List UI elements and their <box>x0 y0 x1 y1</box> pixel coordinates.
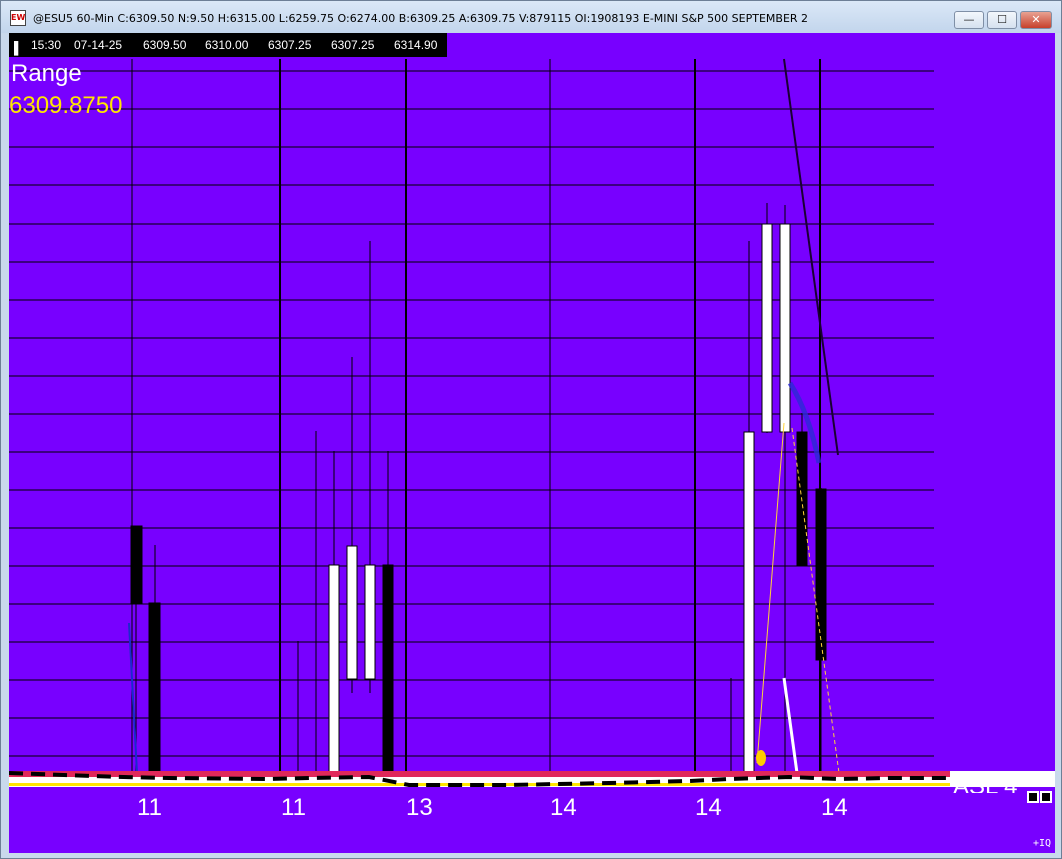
data-box-date: 07-14-25 <box>74 38 123 52</box>
x-axis-label: 11 <box>137 794 162 821</box>
close-button[interactable]: ✕ <box>1020 11 1052 29</box>
highlight-marker <box>756 750 766 766</box>
candle <box>148 545 161 774</box>
study-label: Range <box>11 60 82 87</box>
chart-canvas <box>9 58 1055 787</box>
chart-window: EW @ESU5 60-Min C:6309.50 N:9.50 H:6315.… <box>0 0 1062 859</box>
maximize-button[interactable]: ☐ <box>987 11 1017 29</box>
candle <box>328 451 340 774</box>
price-chart[interactable]: ▌ 15:30 07-14-25 6309.50 6310.00 6307.25… <box>9 33 1055 853</box>
x-axis-label: 13 <box>406 794 433 821</box>
vertical-grid <box>131 59 821 773</box>
data-box-value-1: 6309.50 <box>143 38 187 52</box>
trend-line[interactable] <box>783 58 839 456</box>
data-box-value-5: 6314.90 <box>394 38 438 52</box>
data-box-time: 15:30 <box>31 38 62 52</box>
panel-toggle-button[interactable] <box>1040 791 1052 803</box>
data-box-marker: ▌ <box>14 41 23 55</box>
title-bar[interactable]: EW @ESU5 60-Min C:6309.50 N:9.50 H:6315.… <box>1 1 1061 33</box>
candle <box>382 451 394 774</box>
candle <box>346 357 358 693</box>
data-box: ▌ 15:30 07-14-25 6309.50 6310.00 6307.25… <box>9 33 447 57</box>
candle <box>815 488 827 773</box>
data-box-value-2: 6310.00 <box>205 38 249 52</box>
study-value: 6309.8750 <box>9 92 123 119</box>
candle <box>743 241 755 774</box>
x-axis-label: 11 <box>281 794 306 821</box>
x-axis-label: 14 <box>821 794 848 821</box>
candle <box>796 413 808 566</box>
candle <box>364 241 376 693</box>
x-axis-label: 14 <box>550 794 577 821</box>
candle <box>130 525 143 773</box>
yellow-study-line <box>756 422 785 764</box>
panel-toggle-button[interactable] <box>1027 791 1039 803</box>
window-title: @ESU5 60-Min C:6309.50 N:9.50 H:6315.00 … <box>33 12 809 25</box>
data-box-value-3: 6307.25 <box>268 38 312 52</box>
horizontal-grid <box>9 70 934 757</box>
tiq-label: +IQ <box>1033 838 1052 849</box>
minimize-button[interactable]: — <box>954 11 984 29</box>
data-box-value-4: 6307.25 <box>331 38 375 52</box>
lower-panel-label: ASL 4 <box>953 773 1018 793</box>
x-axis-label: 14 <box>695 794 722 821</box>
indicator-band <box>9 771 1055 787</box>
app-icon[interactable]: EW <box>10 10 26 26</box>
white-study-line <box>782 677 799 774</box>
candle <box>761 203 773 433</box>
candles <box>130 203 827 774</box>
